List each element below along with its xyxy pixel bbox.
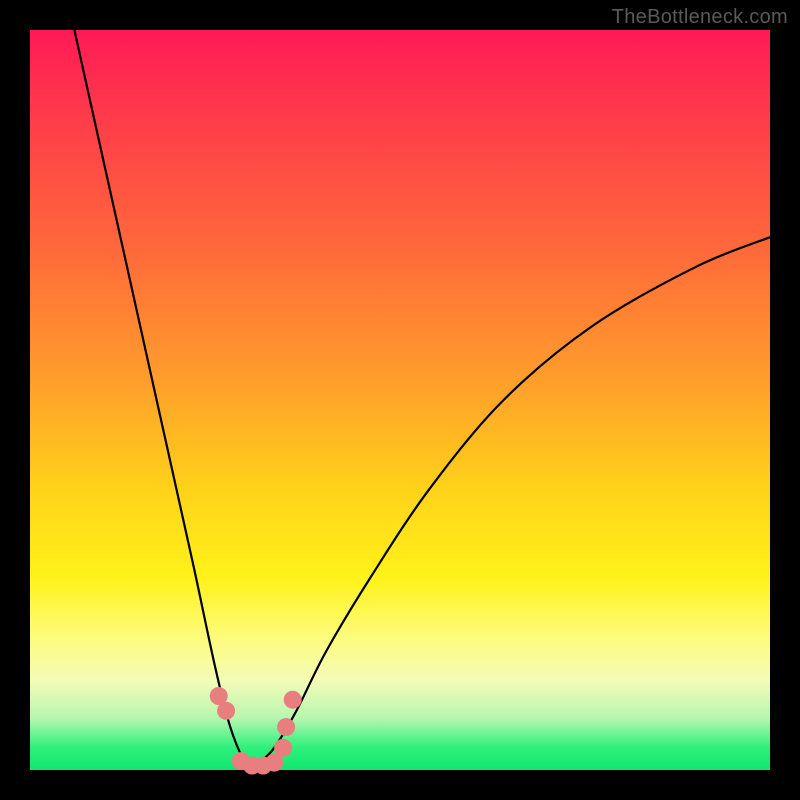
watermark-text: TheBottleneck.com	[612, 6, 788, 29]
curve-svg	[30, 30, 770, 770]
highlight-dots	[210, 687, 302, 775]
highlight-dot	[217, 702, 235, 720]
chart-frame: TheBottleneck.com	[0, 0, 800, 800]
plot-area	[30, 30, 770, 770]
bottleneck-curve	[74, 30, 770, 770]
highlight-dot	[277, 718, 295, 736]
highlight-dot	[274, 739, 292, 757]
highlight-dot	[284, 691, 302, 709]
